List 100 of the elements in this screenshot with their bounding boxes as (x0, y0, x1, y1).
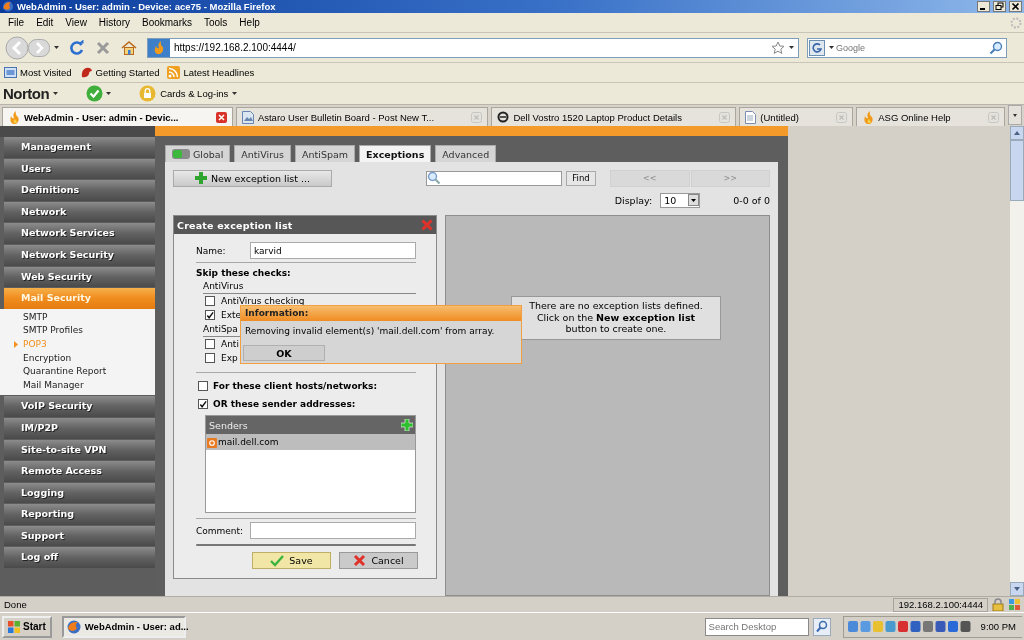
search-field[interactable]: Google (836, 40, 987, 55)
start-button[interactable]: Start (2, 615, 52, 638)
close-icon[interactable] (215, 111, 227, 123)
caret-icon (53, 92, 59, 95)
submenu-item[interactable]: SMTP (4, 310, 155, 325)
submenu-item[interactable]: Quarantine Report (4, 365, 155, 379)
rss-icon (167, 66, 181, 79)
checkbox-label: AntiVirus checking (221, 296, 305, 306)
sidebar-item[interactable]: Definitions (4, 180, 155, 201)
search-field[interactable]: Search Desktop (708, 621, 805, 632)
menu-item[interactable]: View (59, 17, 93, 28)
sidebar-item[interactable]: Web Security (4, 266, 155, 288)
search-box[interactable]: Google (807, 37, 1007, 58)
sidebar-item[interactable]: Logging (4, 482, 155, 504)
search-box[interactable]: Search Desktop (704, 617, 809, 636)
norton-menu[interactable]: Norton (3, 85, 50, 102)
menu-item[interactable]: File (2, 17, 31, 28)
search-icon (989, 40, 1003, 55)
address-bar[interactable]: https://192.168.2.100:4444/ (147, 37, 799, 58)
sidebar-item[interactable]: Log off (4, 547, 155, 569)
sidebar-item[interactable]: IM/P2P (4, 417, 155, 439)
tab[interactable]: Advanced (435, 145, 497, 162)
sidebar-item[interactable]: Users (4, 158, 155, 180)
forward-button[interactable] (28, 38, 50, 57)
browser-tab[interactable]: (Untitled) (739, 107, 854, 126)
reload-button[interactable] (69, 39, 85, 56)
sidebar-item[interactable]: Network Services (4, 223, 155, 244)
checkbox[interactable] (198, 399, 208, 409)
restore-button[interactable] (993, 1, 1006, 12)
browser-tab[interactable]: ASG Online Help (856, 107, 1005, 126)
home-button[interactable] (121, 39, 137, 56)
display-label: Display: (614, 194, 653, 206)
tab[interactable]: AntiSpam (295, 145, 356, 162)
caret-icon (106, 92, 112, 95)
submenu-item[interactable]: Mail Manager (4, 378, 155, 393)
browser-tab[interactable]: WebAdmin - User: admin - Devic... (2, 107, 233, 126)
sidebar-item[interactable]: VoIP Security (4, 396, 155, 417)
comment-field[interactable] (250, 522, 416, 539)
cancel-button[interactable]: Cancel (339, 552, 418, 569)
cards-menu[interactable]: Cards & Log-ins (160, 88, 229, 99)
list-row[interactable]: mail.dell.com (206, 434, 415, 450)
checkbox[interactable] (205, 353, 215, 363)
checkbox-label: Anti (221, 339, 239, 349)
search-icon (427, 171, 441, 185)
address-field[interactable]: https://192.168.2.100:4444/ (174, 39, 767, 56)
tab[interactable]: Exceptions (359, 145, 432, 162)
menu-item[interactable]: History (92, 17, 136, 28)
ok-button[interactable]: OK (243, 345, 325, 361)
dialog-title: Create exception list (177, 219, 293, 231)
menu-item[interactable]: Bookmarks (136, 17, 198, 28)
find-button[interactable]: Find (566, 170, 596, 186)
group-heading: AntiVirus (203, 280, 416, 294)
sidebar-item[interactable]: Remote Access (4, 461, 155, 482)
menu-item[interactable]: Help (233, 17, 266, 28)
leaf-icon (79, 66, 93, 79)
name-field[interactable]: karvid (250, 242, 416, 259)
minimize-button[interactable] (977, 1, 990, 12)
page-size-select[interactable]: 10 (660, 192, 701, 208)
sidebar-item[interactable]: Network Security (4, 244, 155, 266)
close-button[interactable] (1009, 1, 1022, 12)
new-exception-button[interactable]: New exception list ... (173, 169, 332, 187)
sidebar-item[interactable]: Management (4, 137, 155, 158)
browser-icon (2, 1, 14, 12)
submenu-item[interactable]: Encryption (4, 351, 155, 366)
browser-tab[interactable]: Astaro User Bulletin Board - Post New T... (235, 107, 489, 126)
save-button[interactable]: Save (252, 552, 331, 569)
sidebar-item[interactable]: Site-to-site VPN (4, 439, 155, 461)
browser-tab[interactable]: Dell Vostro 1520 Laptop Product Details (491, 107, 737, 126)
menu-item[interactable]: Edit (30, 17, 60, 28)
sidebar-item[interactable]: Network (4, 201, 155, 223)
window-icon (4, 66, 17, 79)
checkbox[interactable] (198, 381, 208, 391)
window-title: WebAdmin - User: admin - Device: ace75 - Mozilla Firefox (17, 1, 276, 12)
result-count: 0-0 of 0 (733, 194, 770, 206)
check-icon (86, 85, 104, 102)
search-field[interactable] (426, 170, 562, 186)
tab[interactable]: AntiVirus (234, 145, 291, 162)
checkbox-label: OR these sender addresses: (213, 399, 356, 409)
column-header: Senders (209, 419, 248, 431)
clock: 9:00 PM (980, 621, 1016, 632)
menu-item[interactable]: Tools (198, 17, 234, 28)
stop-button[interactable] (95, 39, 111, 56)
bookmark-link[interactable]: Most Visited (4, 66, 72, 79)
checkbox[interactable] (205, 339, 215, 349)
tab-list-button[interactable] (1008, 105, 1022, 125)
checkbox[interactable] (205, 296, 215, 306)
caret-icon (829, 46, 834, 49)
checkbox[interactable] (205, 310, 215, 320)
sidebar-item[interactable]: Support (4, 525, 155, 547)
back-button[interactable] (4, 35, 30, 60)
bookmark-link[interactable]: Latest Headlines (167, 66, 255, 79)
comment-label: Comment: (196, 525, 245, 536)
sidebar-item[interactable]: Reporting (4, 504, 155, 525)
taskbar-button[interactable]: WebAdmin - User: ad... (61, 615, 186, 638)
tab[interactable]: Global (165, 145, 231, 162)
search-button[interactable] (812, 617, 831, 636)
search-engine-icon (809, 39, 827, 56)
bookmark-link[interactable]: Getting Started (79, 66, 160, 79)
submenu-item[interactable]: SMTP Profiles (4, 324, 155, 338)
add-icon[interactable] (401, 419, 413, 431)
